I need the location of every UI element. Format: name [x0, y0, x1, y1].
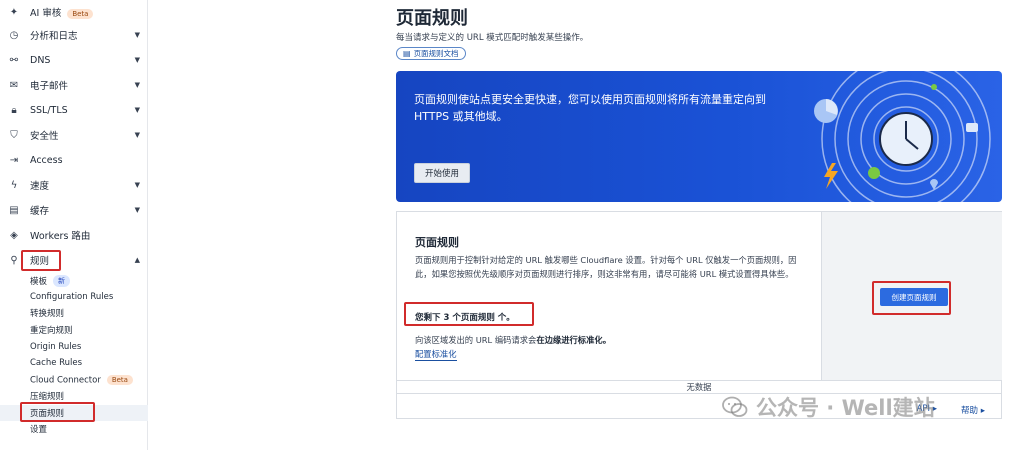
drive-icon: ▤ — [9, 204, 19, 216]
watermark-text: 公众号 · Well建站 — [756, 396, 935, 420]
highlight-box-page-rules — [20, 402, 95, 422]
sidebar-subitem-origin-rules[interactable]: Origin Rules — [0, 339, 148, 355]
sidebar-subitem-label: Cloud Connector — [30, 375, 101, 386]
sidebar-subitem-label: 重定向规则 — [30, 326, 73, 336]
sidebar-subitem-label: Origin Rules — [30, 342, 82, 352]
sidebar-subitem-label: 转换规则 — [30, 309, 65, 319]
sidebar-item-security[interactable]: ⛉ 安全性 ▼ — [0, 124, 148, 146]
normalization-note: 向该区域发出的 URL 编码请求会在边缘进行标准化。 — [415, 334, 611, 346]
chevron-down-icon: ▼ — [134, 131, 140, 139]
sidebar-item-workers-routes[interactable]: ◈ Workers 路由 — [0, 224, 148, 246]
mail-icon: ✉ — [9, 79, 19, 91]
shield-icon: ⛉ — [10, 129, 18, 141]
chevron-down-icon: ▼ — [134, 181, 140, 189]
sidebar: ✦ AI 审核 Beta ◷ 分析和日志 ▼ ⚯ DNS ▼ ✉ 电子邮件 ▼ 🔒… — [0, 0, 148, 450]
card-description: 页面规则用于控制针对给定的 URL 触发哪些 Cloudflare 设置。针对每… — [415, 255, 797, 279]
card-title: 页面规则 — [415, 236, 459, 249]
sidebar-item-cache[interactable]: ▤ 缓存 ▼ — [0, 199, 148, 221]
highlight-box-remaining — [404, 302, 534, 326]
network-icon: ⚯ — [9, 54, 19, 66]
wechat-icon — [722, 396, 748, 417]
sidebar-subitem-redirect-rules[interactable]: 重定向规则 — [0, 322, 148, 338]
sidebar-item-email[interactable]: ✉ 电子邮件 ▼ — [0, 74, 148, 96]
chevron-down-icon: ▼ — [134, 56, 140, 64]
sidebar-subitem-label: 模板 — [30, 276, 48, 287]
sidebar-item-label: Access — [30, 154, 63, 166]
sidebar-item-label: 安全性 — [30, 131, 59, 142]
sidebar-subitem-configuration-rules[interactable]: Configuration Rules — [0, 289, 148, 305]
watermark: 公众号 · Well建站 — [722, 392, 935, 422]
hero-banner: 页面规则使站点更安全更快速，您可以使用页面规则将所有流量重定向到 HTTPS 或… — [396, 71, 1002, 202]
sidebar-item-dns[interactable]: ⚯ DNS ▼ — [0, 49, 148, 71]
configure-normalization-link[interactable]: 配置标准化 — [415, 349, 457, 361]
card-info-panel: 页面规则 页面规则用于控制针对给定的 URL 触发哪些 Cloudflare 设… — [397, 212, 821, 380]
workers-icon: ◈ — [10, 229, 18, 241]
normalization-note-text: 向该区域发出的 URL 编码请求会 — [415, 335, 537, 345]
get-started-button[interactable]: 开始使用 — [414, 163, 470, 183]
new-badge: 新 — [53, 275, 71, 288]
chevron-down-icon: ▼ — [134, 106, 140, 114]
highlight-box-create-button — [872, 281, 951, 315]
docs-link-label: 页面规则文档 — [413, 49, 459, 58]
lock-icon: 🔒︎ — [11, 104, 17, 116]
sidebar-item-label: 电子邮件 — [30, 81, 69, 92]
hero-text: 页面规则使站点更安全更快速，您可以使用页面规则将所有流量重定向到 HTTPS 或… — [414, 93, 766, 123]
sidebar-subitem-label: 压缩规则 — [30, 392, 65, 402]
sidebar-item-label: Workers 路由 — [30, 231, 91, 242]
docs-link[interactable]: ▤ 页面规则文档 — [396, 47, 466, 60]
normalization-note-emphasis: 在边缘进行标准化。 — [536, 335, 611, 345]
login-icon: ⇥ — [9, 154, 19, 166]
sidebar-item-label: AI 审核 — [30, 8, 62, 19]
lightning-icon: ϟ — [10, 179, 18, 191]
sidebar-subitem-cloud-connector[interactable]: Cloud Connector Beta — [0, 372, 148, 388]
rules-icon: ⚲ — [10, 254, 18, 266]
chart-clock-icon: ◷ — [9, 29, 19, 41]
sidebar-item-ssl-tls[interactable]: 🔒︎ SSL/TLS ▼ — [0, 99, 148, 121]
clock-illustration-icon — [814, 71, 991, 202]
sidebar-subitem-label: Configuration Rules — [30, 292, 114, 302]
sidebar-item-speed[interactable]: ϟ 速度 ▼ — [0, 174, 148, 196]
chevron-down-icon: ▼ — [134, 81, 140, 89]
sidebar-subitem-label: Cache Rules — [30, 358, 83, 368]
document-icon: ▤ — [403, 49, 411, 58]
beta-badge: Beta — [67, 8, 94, 19]
sidebar-item-label: 分析和日志 — [30, 31, 78, 42]
sparkle-icon: ✦ — [9, 6, 19, 18]
sidebar-item-label: 速度 — [30, 181, 50, 192]
sidebar-item-access[interactable]: ⇥ Access — [0, 149, 148, 171]
chevron-up-icon: ▲ — [134, 256, 140, 264]
sidebar-subitem-label: 设置 — [30, 425, 48, 435]
sidebar-subitem-cache-rules[interactable]: Cache Rules — [0, 355, 148, 371]
sidebar-item-label: 缓存 — [30, 206, 50, 217]
sidebar-item-label: DNS — [30, 54, 51, 66]
help-link[interactable]: 帮助 ▸ — [961, 404, 985, 416]
sidebar-subitem-templates[interactable]: 模板新 — [0, 273, 148, 289]
sidebar-subitem-settings[interactable]: 设置 — [0, 421, 148, 437]
chevron-down-icon: ▼ — [134, 206, 140, 214]
page-title: 页面规则 — [396, 8, 468, 29]
highlight-box-rules — [21, 250, 61, 271]
sidebar-subitem-transform-rules[interactable]: 转换规则 — [0, 305, 148, 321]
sidebar-item-label: SSL/TLS — [30, 104, 68, 116]
page-subtitle: 每当请求与定义的 URL 模式匹配时触发某些操作。 — [396, 33, 589, 43]
beta-badge: Beta — [106, 374, 133, 385]
sidebar-item-ai-audit[interactable]: ✦ AI 审核 Beta — [0, 1, 148, 23]
sidebar-item-analytics[interactable]: ◷ 分析和日志 ▼ — [0, 24, 148, 46]
chevron-down-icon: ▼ — [134, 31, 140, 39]
